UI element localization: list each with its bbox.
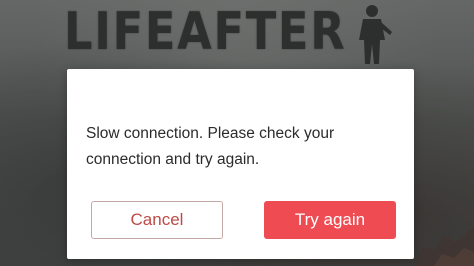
- dialog-message: Slow connection. Please check your conne…: [86, 125, 335, 168]
- connection-error-dialog: Slow connection. Please check your conne…: [67, 69, 414, 259]
- try-again-button[interactable]: Try again: [264, 201, 396, 239]
- cancel-button[interactable]: Cancel: [91, 201, 223, 239]
